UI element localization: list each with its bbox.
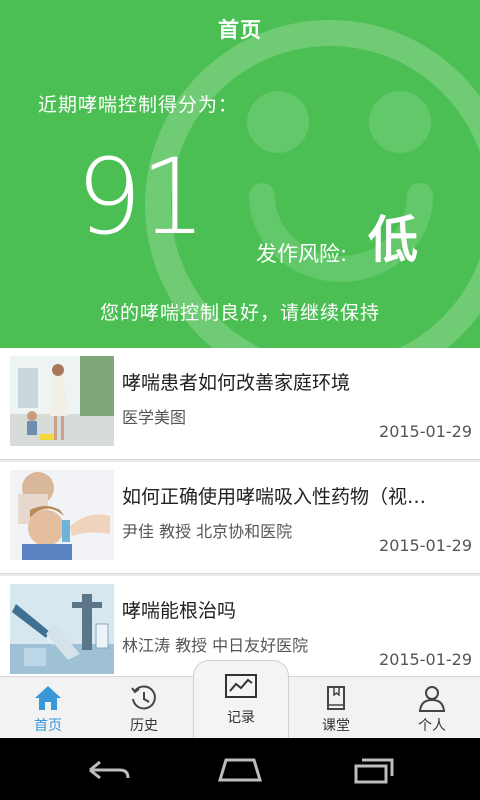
risk-label: 发作风险: — [256, 242, 348, 266]
article-item[interactable]: 哮喘患者如何改善家庭环境 医学美图 2015-01-29 — [0, 348, 480, 460]
control-hint: 您的哮喘控制良好，请继续保持 — [99, 302, 380, 324]
article-author: 尹佳 教授 北京协和医院 — [122, 522, 293, 541]
article-title: 哮喘能根治吗 — [122, 600, 237, 622]
tab-label: 首页 — [34, 718, 62, 734]
article-thumbnail — [10, 584, 114, 674]
article-title: 如何正确使用哮喘吸入性药物（视… — [122, 486, 427, 508]
home-button-icon[interactable] — [210, 750, 270, 790]
article-author: 医学美图 — [122, 408, 187, 427]
tab-record[interactable]: 记录 — [193, 660, 289, 738]
risk-value: 低 — [368, 211, 418, 269]
article-date: 2015-01-29 — [379, 422, 472, 441]
back-icon[interactable] — [76, 750, 136, 790]
article-item[interactable]: 如何正确使用哮喘吸入性药物（视… 尹佳 教授 北京协和医院 2015-01-29 — [0, 462, 480, 574]
chart-line-icon — [225, 674, 257, 698]
tab-home[interactable]: 首页 — [0, 677, 96, 739]
article-date: 2015-01-29 — [379, 650, 472, 669]
article-thumbnail — [10, 470, 114, 560]
smiley-background-icon — [145, 20, 480, 348]
article-list: 哮喘患者如何改善家庭环境 医学美图 2015-01-29 如何正确使用哮喘吸入性… — [0, 348, 480, 690]
article-author: 林江涛 教授 中日友好医院 — [122, 636, 309, 655]
page-title: 首页 — [218, 18, 262, 42]
book-icon — [327, 686, 345, 710]
article-title: 哮喘患者如何改善家庭环境 — [122, 372, 351, 394]
recent-apps-icon[interactable] — [344, 750, 404, 790]
article-thumbnail — [10, 356, 114, 446]
system-navigation-bar — [0, 738, 480, 800]
score-panel: 首页 近期哮喘控制得分为： 91 发作风险: 低 您的哮喘控制良好，请继续保持 — [0, 0, 480, 348]
tab-label: 历史 — [130, 718, 158, 734]
home-icon — [35, 686, 61, 710]
tab-label: 课堂 — [322, 718, 350, 734]
tab-profile[interactable]: 个人 — [384, 677, 480, 739]
score-label: 近期哮喘控制得分为： — [38, 94, 239, 116]
control-score: 91 — [76, 136, 206, 258]
history-icon — [131, 685, 156, 710]
tab-history[interactable]: 历史 — [96, 677, 192, 739]
article-date: 2015-01-29 — [379, 536, 472, 555]
tab-label: 记录 — [227, 710, 255, 726]
person-icon — [418, 686, 446, 712]
tab-label: 个人 — [418, 718, 446, 734]
tab-classroom[interactable]: 课堂 — [288, 677, 384, 739]
